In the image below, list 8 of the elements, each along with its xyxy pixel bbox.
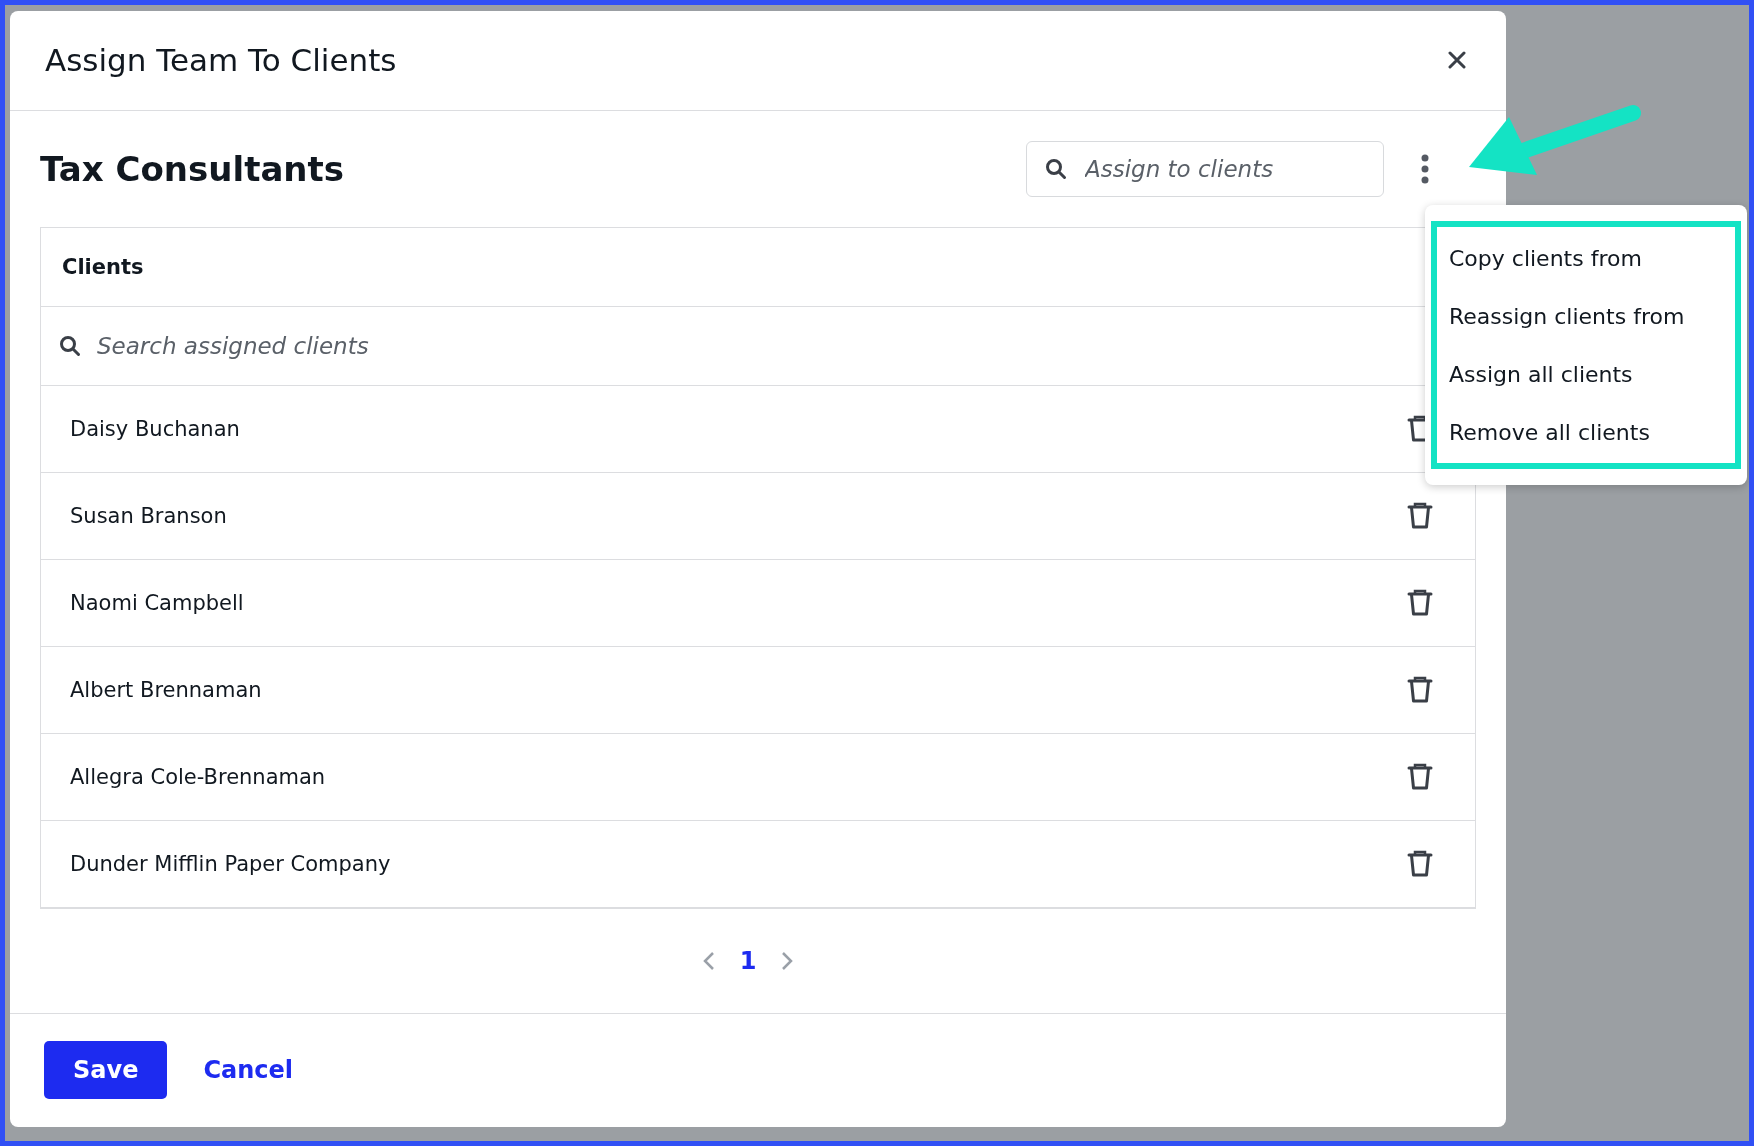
client-name: Allegra Cole-Brennaman [70, 764, 326, 789]
client-name: Naomi Campbell [70, 590, 244, 615]
client-name: Albert Brennaman [70, 677, 262, 702]
client-name: Susan Branson [70, 503, 227, 528]
team-name: Tax Consultants [40, 148, 346, 189]
client-name: Dunder Mifflin Paper Company [70, 851, 391, 876]
client-name: Daisy Buchanan [70, 416, 240, 441]
dialog-title: Assign Team To Clients [45, 42, 397, 79]
